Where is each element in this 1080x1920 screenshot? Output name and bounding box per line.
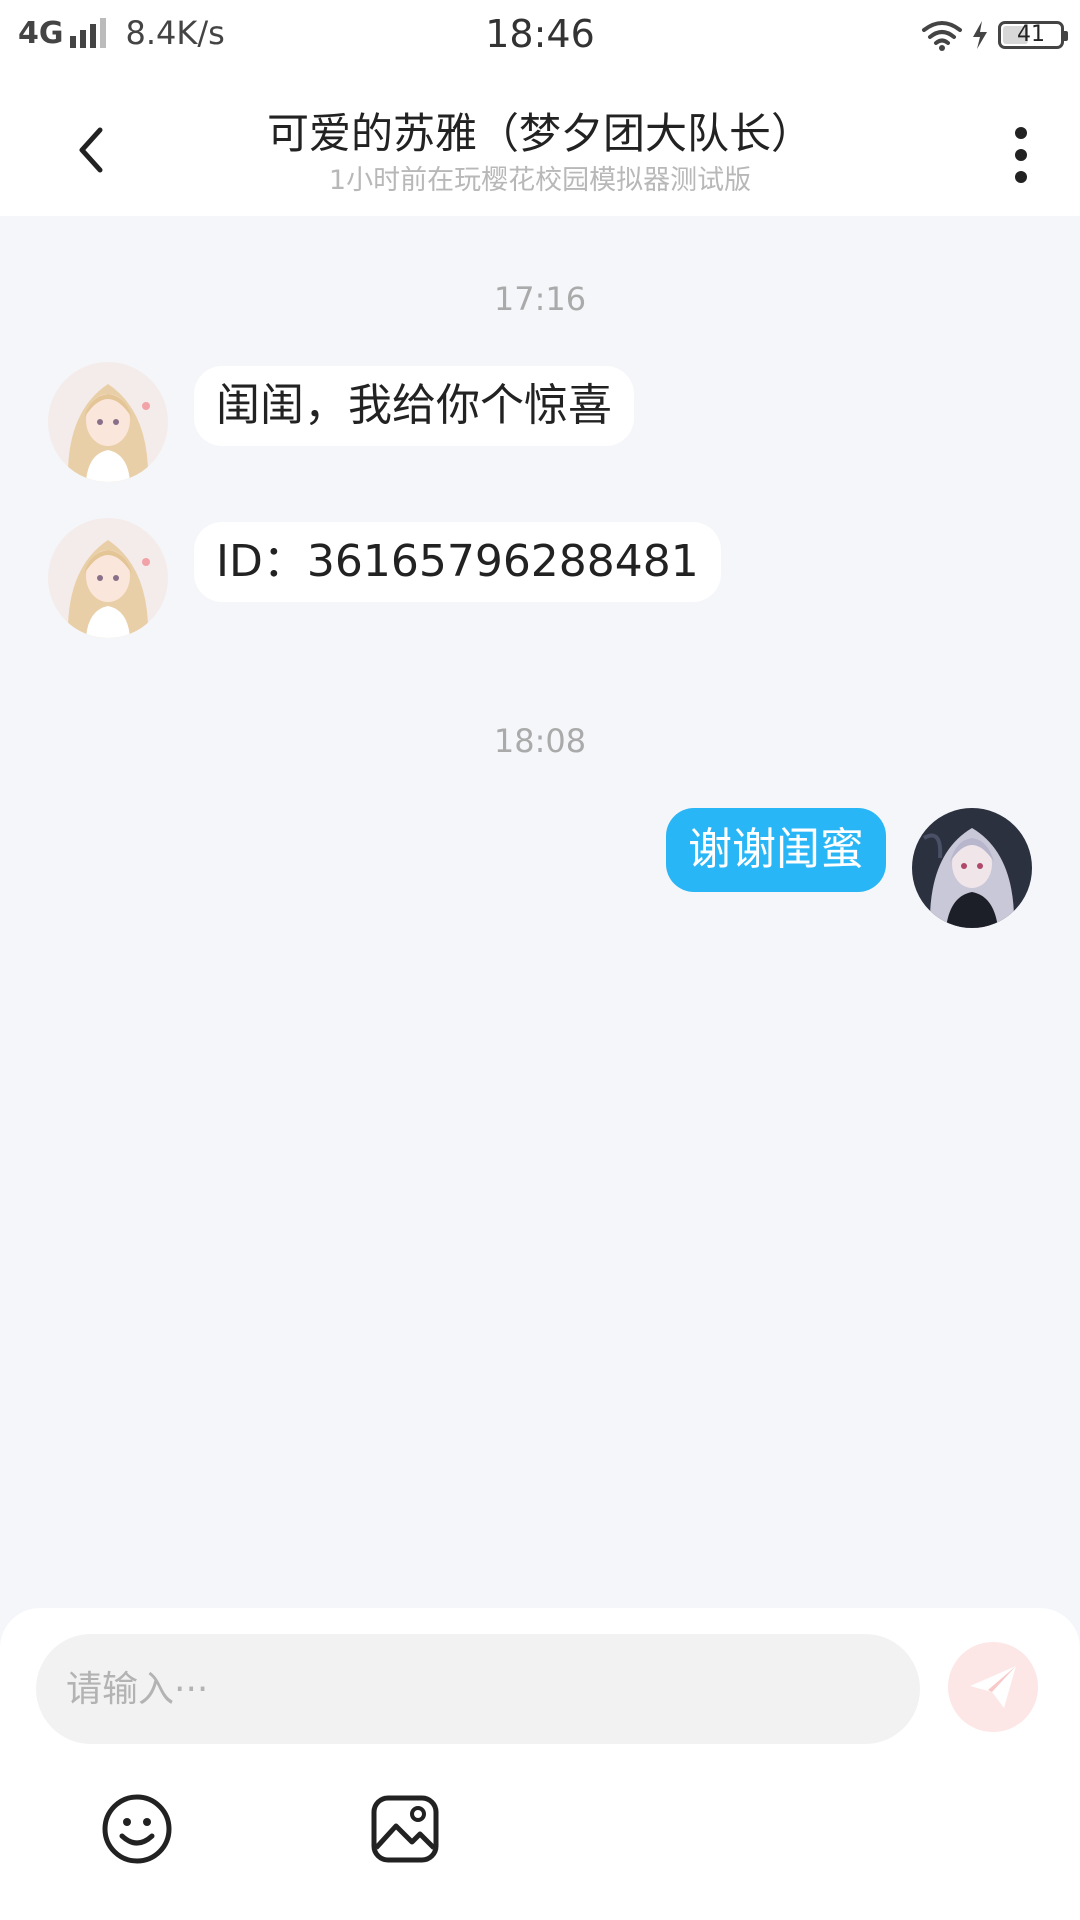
- smiley-icon: [102, 1794, 172, 1864]
- emoji-button[interactable]: [100, 1792, 174, 1866]
- my-avatar[interactable]: [912, 808, 1032, 928]
- paper-plane-icon: [970, 1666, 1016, 1708]
- charging-icon: [973, 21, 987, 49]
- message-bubble-incoming[interactable]: 闺闺，我给你个惊喜: [194, 366, 634, 446]
- message-input[interactable]: [36, 1634, 920, 1744]
- message-timestamp: 17:16: [493, 280, 587, 318]
- input-panel: [0, 1608, 1080, 1920]
- message-bubble-outgoing[interactable]: 谢谢闺蜜: [666, 808, 886, 892]
- image-icon: [371, 1795, 439, 1863]
- wifi-icon: [922, 21, 962, 51]
- chat-header: 可爱的苏雅（梦夕团大队长） 1小时前在玩樱花校园模拟器测试版: [0, 76, 1080, 216]
- more-vertical-icon: [1015, 127, 1027, 183]
- status-right: 41: [920, 18, 1068, 52]
- contact-status: 1小时前在玩樱花校园模拟器测试版: [328, 165, 752, 196]
- message-bubble-incoming[interactable]: ID：36165796288481: [194, 522, 721, 602]
- contact-avatar[interactable]: [48, 362, 168, 482]
- battery-icon: 41: [998, 21, 1068, 49]
- clock: 18:46: [485, 12, 595, 56]
- send-button[interactable]: [948, 1642, 1038, 1732]
- contact-avatar[interactable]: [48, 518, 168, 638]
- message-timestamp: 18:08: [493, 722, 587, 760]
- status-bar: 4G 8.4K/s 18:46 41: [0, 0, 1080, 76]
- image-button[interactable]: [368, 1792, 442, 1866]
- battery-level: 41: [1017, 22, 1045, 47]
- more-options-button[interactable]: [986, 112, 1056, 192]
- contact-name: 可爱的苏雅（梦夕团大队长）: [266, 109, 813, 158]
